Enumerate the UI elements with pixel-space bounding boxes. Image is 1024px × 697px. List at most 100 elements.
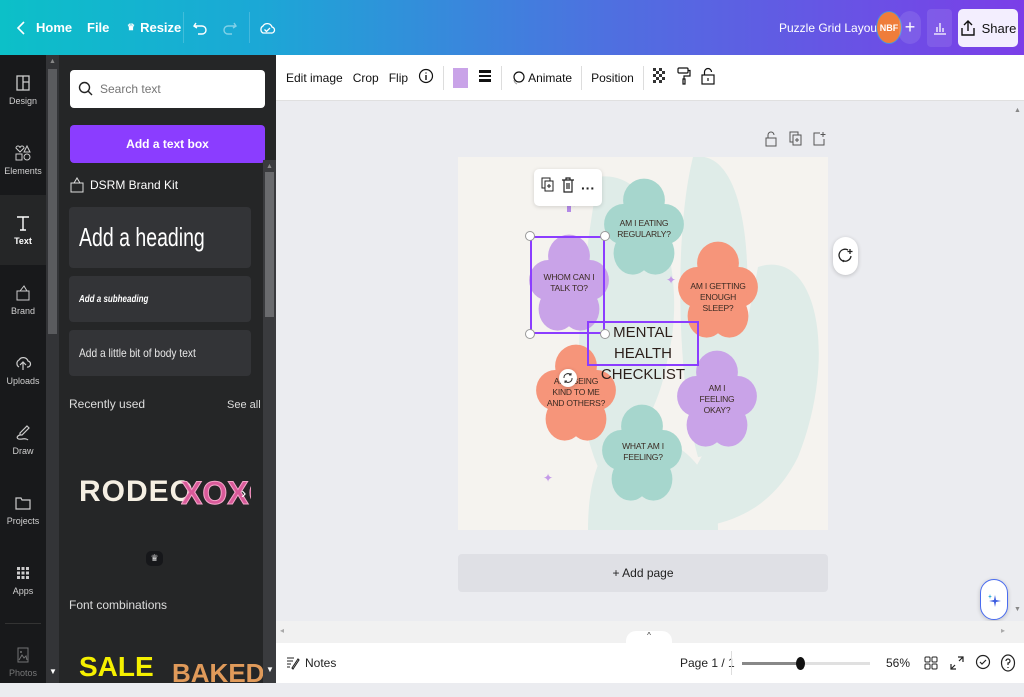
search-field[interactable] [70,70,265,108]
insights-button[interactable] [927,9,952,47]
photos-icon [17,647,29,663]
divider [249,12,250,43]
scroll-up-arrow-icon[interactable]: ▲ [266,163,273,170]
duplicate-icon [789,131,802,146]
expand-pages-button[interactable]: ^ [626,631,672,643]
resize-label: Resize [140,20,182,35]
duplicate-element-button[interactable] [541,177,555,198]
scroll-up-arrow-icon[interactable]: ▲ [1014,107,1021,114]
document-title[interactable]: Puzzle Grid Layout [779,0,880,55]
border-style-button[interactable] [473,69,497,86]
design-icon [16,75,30,91]
search-input[interactable] [100,82,250,96]
bar-chart-icon [933,23,946,35]
more-options-button[interactable]: ··· [581,181,595,195]
animate-button[interactable]: Animate [506,70,577,86]
lock-page-button[interactable] [764,130,778,153]
brand-kit-link[interactable]: DSRM Brand Kit [70,177,178,193]
lock-button[interactable] [696,67,720,88]
duplicate-page-button[interactable] [789,131,803,152]
add-page-button[interactable]: + Add page [458,554,828,592]
scroll-right-arrow-icon[interactable]: ▸ [1001,626,1005,635]
add-subheading-card[interactable]: Add a subheading [69,276,251,322]
blob-text-sleep[interactable]: AM I GETTING ENOUGH SLEEP? [686,281,750,314]
fullscreen-button[interactable] [950,656,964,673]
rail-item-uploads[interactable]: Uploads [0,335,46,405]
scroll-down-arrow-icon[interactable]: ▼ [1014,606,1021,613]
rail-item-projects[interactable]: Projects [0,475,46,545]
scroll-up-arrow-icon[interactable]: ▲ [49,58,56,65]
delete-element-button[interactable] [561,177,575,198]
help-button[interactable] [1000,654,1016,675]
duplicate-icon [541,177,554,192]
check-circle-icon [975,654,991,670]
rotate-handle[interactable] [559,369,577,387]
info-button[interactable] [413,68,439,87]
canvas-vertical-scrollbar[interactable]: ▲ ▼ [1011,101,1024,621]
rail-label: Apps [12,586,34,596]
divider [642,65,644,90]
home-button[interactable]: Home [16,0,72,55]
position-button[interactable]: Position [586,71,639,85]
crop-button[interactable]: Crop [348,71,384,85]
add-page-icon-button[interactable] [812,131,826,152]
rail-item-draw[interactable]: Draw [0,405,46,475]
rail-item-photos[interactable]: Photos [0,627,46,697]
scroll-left-arrow-icon[interactable]: ◂ [280,626,284,635]
rail-item-design[interactable]: Design [0,55,46,125]
canvas-horizontal-scrollbar[interactable]: ◂ ▸ ^ [276,621,1024,643]
notes-button[interactable]: Notes [286,656,336,670]
text-icon [17,216,29,231]
home-label: Home [36,20,73,35]
fill-color-swatch[interactable] [453,67,469,88]
zoom-level[interactable]: 56% [886,656,910,670]
grid-view-button[interactable] [924,656,938,673]
blob-text-eating[interactable]: AM I EATING REGULARLY? [613,218,675,240]
rail-item-text[interactable]: Text [0,195,46,265]
flip-button[interactable]: Flip [384,71,413,85]
rail-scrollbar[interactable]: ▲ ▼ [46,55,59,683]
scroll-down-arrow-icon[interactable]: ▼ [266,665,274,674]
invite-button[interactable]: + [899,11,921,44]
share-button[interactable]: Share [958,9,1018,47]
magic-assistant-button[interactable] [980,579,1008,620]
rail-item-apps[interactable]: Apps [0,545,46,615]
plus-icon: + [904,17,916,37]
recent-font-rodeo[interactable]: RODEO [79,475,194,509]
rail-label: Projects [6,516,40,526]
page-indicator[interactable]: Page 1 / 1 [680,656,735,670]
carousel-next-icon[interactable]: › [241,485,246,503]
rail-item-elements[interactable]: Elements [0,125,46,195]
resize-handle[interactable] [525,231,535,241]
undo-icon [193,22,207,35]
rail-scroll-thumb[interactable] [48,69,57,334]
blob-text-feeling[interactable]: WHAT AM I FEELING? [613,441,673,463]
add-heading-card[interactable]: Add a heading [69,207,251,268]
blob-text-okay[interactable]: AM I FEELING OKAY? [691,383,743,416]
add-comment-button[interactable] [833,237,858,275]
rail-item-brand[interactable]: Brand [0,265,46,335]
zoom-slider[interactable] [742,657,870,670]
font-combo-baked[interactable]: BAKED [172,658,264,683]
hover-outline [587,321,699,366]
see-all-link[interactable]: See all [227,399,261,411]
redo-button[interactable] [222,0,238,55]
panel-scrollbar[interactable]: ▲ ▼ [263,160,276,683]
edit-image-button[interactable]: Edit image [281,71,348,85]
resize-handle[interactable] [525,329,535,339]
cloud-save-status[interactable] [258,0,276,55]
scroll-down-arrow-icon[interactable]: ▼ [49,667,57,676]
add-textbox-button[interactable]: Add a text box [70,125,265,163]
zoom-slider-knob[interactable] [795,657,805,670]
resize-handle[interactable] [600,231,610,241]
add-body-text-card[interactable]: Add a little bit of body text [69,330,251,376]
undo-button[interactable] [192,0,208,55]
file-menu-button[interactable]: File [87,0,109,55]
font-combo-sale[interactable]: SALE [79,651,154,683]
panel-scroll-thumb[interactable] [265,172,274,317]
resize-button[interactable]: ♛ Resize [127,0,181,55]
transparency-button[interactable] [648,68,672,87]
share-label: Share [981,20,1017,36]
check-button[interactable] [975,654,991,673]
copy-style-button[interactable] [672,67,696,88]
